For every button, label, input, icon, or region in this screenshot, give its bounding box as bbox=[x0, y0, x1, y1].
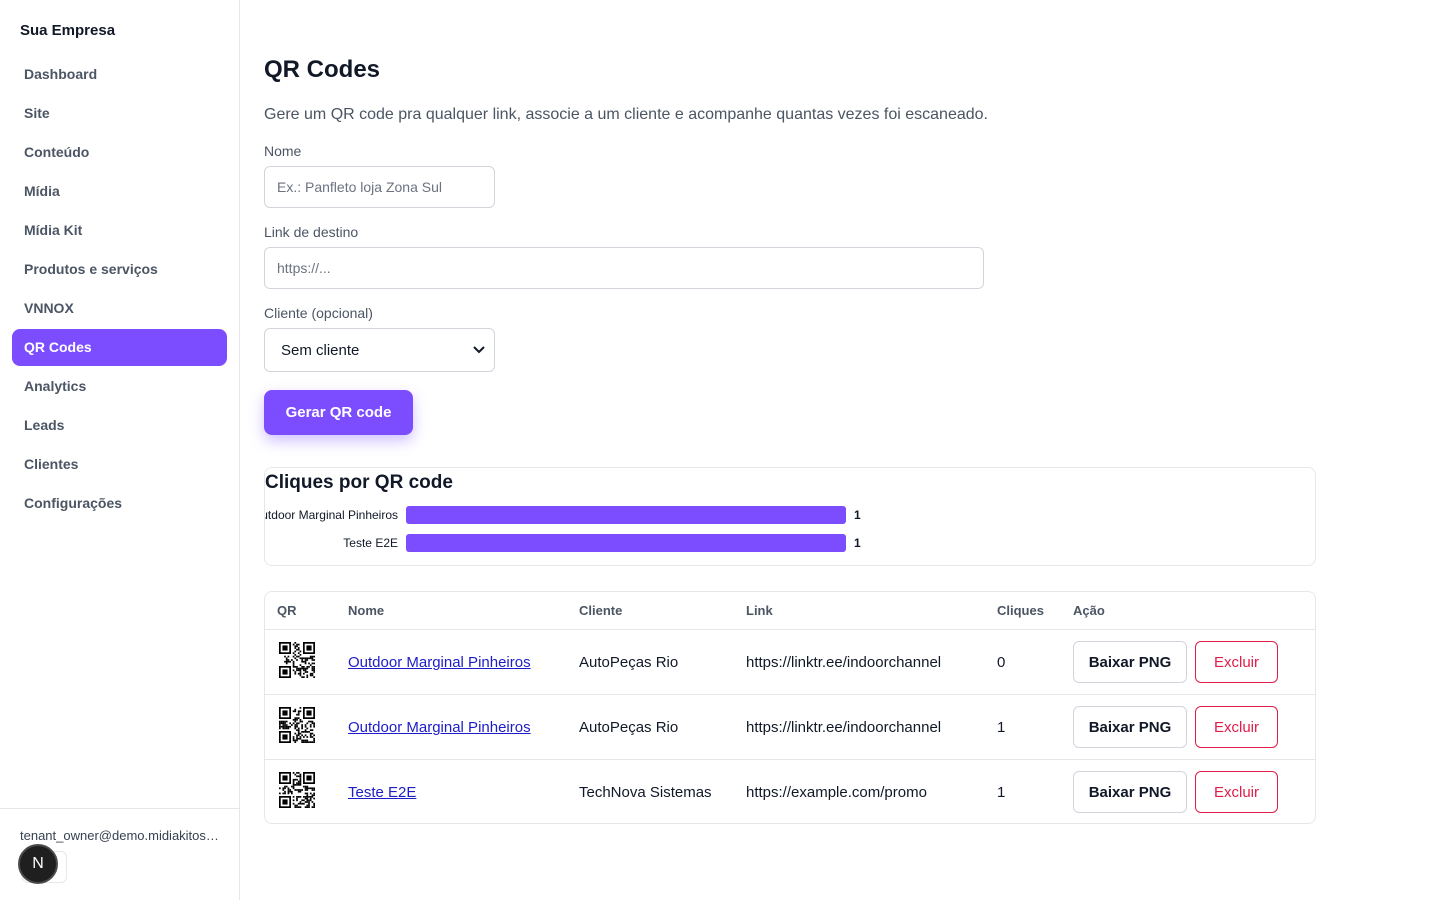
sidebar-item-configuracoes[interactable]: Configurações bbox=[12, 485, 227, 522]
sidebar-footer: tenant_owner@demo.midiakitos.com N bbox=[0, 808, 239, 900]
delete-button[interactable]: Excluir bbox=[1195, 706, 1278, 748]
table-row: Outdoor Marginal Pinheiros AutoPeças Rio… bbox=[265, 630, 1315, 695]
row-link: https://linktr.ee/indoorchannel bbox=[746, 719, 942, 736]
qr-table: QR Nome Cliente Link Cliques Ação Outdoo… bbox=[264, 591, 1316, 824]
row-client: AutoPeças Rio bbox=[579, 654, 679, 671]
qr-code-image bbox=[279, 642, 315, 678]
name-input[interactable] bbox=[264, 166, 495, 208]
row-link: https://linktr.ee/indoorchannel bbox=[746, 654, 942, 671]
dev-tools-badge[interactable]: N bbox=[18, 844, 58, 884]
generate-qr-button[interactable]: Gerar QR code bbox=[264, 390, 413, 435]
client-select-value: Sem cliente bbox=[281, 341, 360, 359]
row-link: https://example.com/promo bbox=[746, 784, 927, 801]
row-clicks: 1 bbox=[997, 719, 1006, 736]
table-header: QR Nome Cliente Link Cliques Ação bbox=[265, 592, 1315, 630]
sidebar-item-site[interactable]: Site bbox=[12, 95, 227, 132]
app: Sua Empresa Dashboard Site Conteúdo Mídi… bbox=[0, 0, 1440, 900]
link-input[interactable] bbox=[264, 247, 984, 289]
sidebar-item-leads[interactable]: Leads bbox=[12, 407, 227, 444]
row-clicks: 1 bbox=[997, 784, 1006, 801]
sidebar-item-midia[interactable]: Mídia bbox=[12, 173, 227, 210]
name-label: Nome bbox=[264, 143, 302, 159]
row-clicks: 0 bbox=[997, 654, 1006, 671]
sidebar-item-clientes[interactable]: Clientes bbox=[12, 446, 227, 483]
qr-code-image bbox=[279, 707, 315, 743]
chart-bar bbox=[406, 534, 846, 552]
chevron-down-icon bbox=[472, 343, 486, 357]
sidebar-item-dashboard[interactable]: Dashboard bbox=[12, 56, 227, 93]
delete-button[interactable]: Excluir bbox=[1195, 641, 1278, 683]
chart-category-label: Teste E2E bbox=[343, 536, 398, 550]
main-content: QR Codes Gere um QR code pra qualquer li… bbox=[240, 0, 1440, 900]
qr-code-image bbox=[279, 772, 315, 808]
sidebar-item-conteudo[interactable]: Conteúdo bbox=[12, 134, 227, 171]
chart-bar bbox=[406, 506, 846, 524]
table-row: Teste E2E TechNova Sistemas https://exam… bbox=[265, 760, 1315, 823]
clicks-chart-card: Cliques por QR code Outdoor Marginal Pin… bbox=[264, 467, 1316, 566]
download-png-button[interactable]: Baixar PNG bbox=[1073, 706, 1187, 748]
brand-name: Sua Empresa bbox=[20, 22, 116, 39]
header-name: Nome bbox=[348, 603, 385, 618]
link-label: Link de destino bbox=[264, 224, 359, 240]
table-row: Outdoor Marginal Pinheiros AutoPeças Rio… bbox=[265, 695, 1315, 760]
download-png-button[interactable]: Baixar PNG bbox=[1073, 641, 1187, 683]
sidebar-item-qr-codes[interactable]: QR Codes bbox=[12, 329, 227, 366]
clicks-chart: Outdoor Marginal Pinheiros 1 Teste E2E 1 bbox=[265, 506, 861, 552]
page-title: QR Codes bbox=[264, 56, 381, 83]
header-clicks: Cliques bbox=[997, 603, 1044, 618]
chart-value-label: 1 bbox=[854, 536, 861, 550]
page-description: Gere um QR code pra qualquer link, assoc… bbox=[264, 106, 988, 123]
row-client: AutoPeças Rio bbox=[579, 719, 679, 736]
sidebar-item-vnnox[interactable]: VNNOX bbox=[12, 290, 227, 327]
sidebar-nav: Dashboard Site Conteúdo Mídia Mídia Kit … bbox=[12, 56, 227, 524]
header-link: Link bbox=[746, 603, 773, 618]
sidebar-item-produtos[interactable]: Produtos e serviços bbox=[12, 251, 227, 288]
delete-button[interactable]: Excluir bbox=[1195, 771, 1278, 813]
badge-letter: N bbox=[32, 855, 44, 872]
header-action: Ação bbox=[1073, 603, 1105, 618]
sidebar-item-analytics[interactable]: Analytics bbox=[12, 368, 227, 405]
download-png-button[interactable]: Baixar PNG bbox=[1073, 771, 1187, 813]
row-client: TechNova Sistemas bbox=[579, 784, 712, 801]
client-select[interactable]: Sem cliente bbox=[264, 328, 495, 372]
header-qr: QR bbox=[277, 603, 297, 618]
chart-value-label: 1 bbox=[854, 508, 861, 522]
sidebar-item-midia-kit[interactable]: Mídia Kit bbox=[12, 212, 227, 249]
chart-category-label: Outdoor Marginal Pinheiros bbox=[265, 508, 398, 522]
client-label: Cliente (opcional) bbox=[264, 305, 373, 321]
header-client: Cliente bbox=[579, 603, 623, 618]
sidebar: Sua Empresa Dashboard Site Conteúdo Mídi… bbox=[0, 0, 240, 900]
qr-name-link[interactable]: Outdoor Marginal Pinheiros bbox=[348, 719, 531, 736]
user-email: tenant_owner@demo.midiakitos.com bbox=[20, 828, 220, 843]
qr-name-link[interactable]: Outdoor Marginal Pinheiros bbox=[348, 654, 531, 671]
qr-name-link[interactable]: Teste E2E bbox=[348, 784, 416, 801]
